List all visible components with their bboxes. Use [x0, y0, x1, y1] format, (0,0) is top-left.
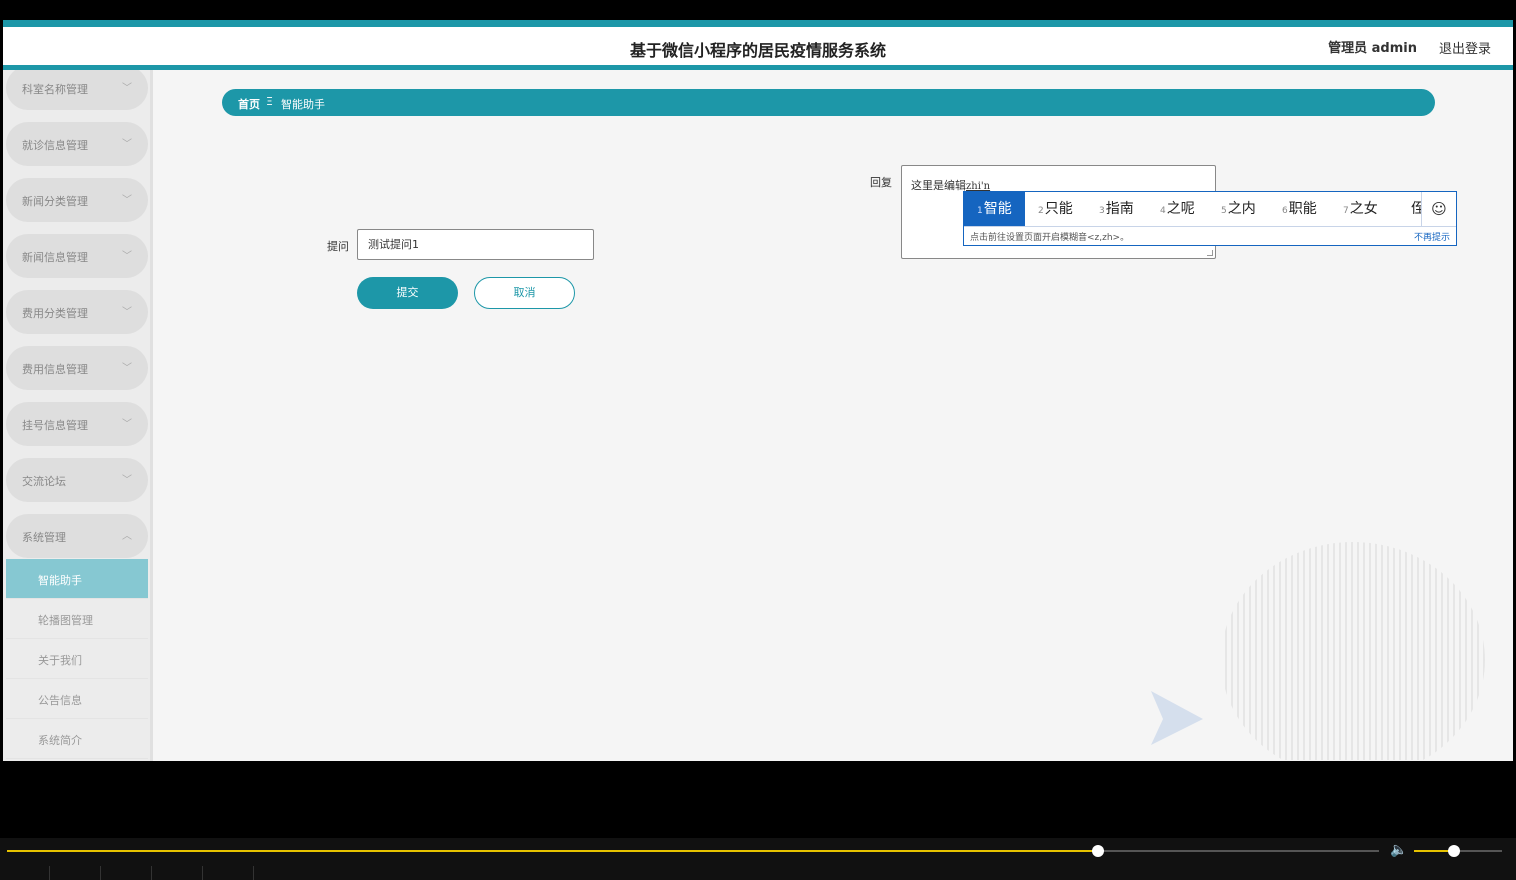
chevron-down-icon: ﹀: [122, 251, 132, 262]
app-window: 基于微信小程序的居民疫情服务系统 管理员 admin 退出登录 科室名称管理 ﹀ …: [3, 20, 1513, 761]
ime-candidate[interactable]: 3指南: [1086, 192, 1134, 226]
logout-link[interactable]: 退出登录: [1439, 38, 1491, 57]
candidate-number: 1: [977, 206, 983, 216]
sidebar: 科室名称管理 ﹀ 就诊信息管理 ﹀ 新闻分类管理 ﹀ 新闻信息管理 ﹀ 费用分类管理 ﹀ …: [3, 70, 153, 761]
thumbnail-segment: [203, 866, 254, 880]
menu-label: 费用分类管理: [22, 307, 88, 320]
menu-news-category[interactable]: 新闻分类管理 ﹀: [6, 178, 148, 222]
progress-track[interactable]: [7, 850, 1379, 852]
candidate-text: 智能: [983, 201, 1012, 217]
chevron-down-icon: ﹀: [122, 475, 132, 486]
menu-fee-category[interactable]: 费用分类管理 ﹀: [6, 290, 148, 334]
progress-handle[interactable]: [1091, 845, 1104, 857]
ime-tip-bar: 点击前往设置页面开启模糊音<z,zh>。 不再提示: [964, 226, 1456, 245]
menu-label: 系统管理: [22, 531, 66, 544]
resize-handle[interactable]: [1207, 250, 1213, 256]
sub-item-label: 公告信息: [38, 694, 82, 707]
menu-department[interactable]: 科室名称管理 ﹀: [6, 70, 148, 110]
reply-label: 回复: [870, 176, 892, 189]
candidate-number: 7: [1343, 206, 1349, 216]
system-title: 基于微信小程序的居民疫情服务系统: [629, 41, 886, 60]
breadcrumb-separator-icon: Ξ: [266, 95, 273, 108]
sub-item-label: 智能助手: [38, 574, 82, 587]
ime-candidate[interactable]: 4之呢: [1147, 192, 1195, 226]
watermark-circle-icon: [1221, 542, 1485, 760]
progress-fill: [7, 850, 1098, 852]
menu-label: 费用信息管理: [22, 363, 88, 376]
sub-item-label: 系统简介: [38, 734, 82, 747]
chevron-down-icon: ﹀: [122, 195, 132, 206]
ime-tip-text[interactable]: 点击前往设置页面开启模糊音<z,zh>。: [970, 230, 1129, 243]
submit-button[interactable]: 提交: [357, 277, 458, 309]
sub-item-label: 轮播图管理: [38, 614, 93, 627]
breadcrumb-current: 智能助手: [281, 98, 325, 111]
sub-item-notice[interactable]: 公告信息: [6, 679, 148, 719]
candidate-number: 4: [1160, 206, 1166, 216]
candidate-text: 只能: [1044, 201, 1073, 217]
ime-candidate-popup: 1智能 2只能 3指南 4之呢 5之内 6职能 7之女 侄 ☺ 点击前往设置页面…: [963, 191, 1457, 246]
menu-label: 挂号信息管理: [22, 419, 88, 432]
reply-committed-text: 这里是编辑: [911, 179, 966, 192]
volume-icon[interactable]: 🔈: [1390, 842, 1407, 858]
chevron-down-icon: ﹀: [122, 307, 132, 318]
sub-item-intro[interactable]: 系统简介: [6, 719, 148, 759]
menu-fee-info[interactable]: 费用信息管理 ﹀: [6, 346, 148, 390]
chevron-down-icon: ﹀: [122, 363, 132, 374]
ime-candidate[interactable]: 5之内: [1208, 192, 1256, 226]
candidate-text: 职能: [1288, 201, 1317, 217]
menu-system[interactable]: 系统管理 ︿: [6, 514, 148, 558]
thumbnail-segment: [0, 866, 50, 880]
candidate-number: 3: [1099, 206, 1105, 216]
chevron-down-icon: ﹀: [122, 139, 132, 150]
thumbnail-segment: [152, 866, 203, 880]
ime-candidate[interactable]: 2只能: [1025, 192, 1073, 226]
thumbnail-segment: [101, 866, 152, 880]
menu-label: 科室名称管理: [22, 83, 88, 96]
screen: 基于微信小程序的居民疫情服务系统 管理员 admin 退出登录 科室名称管理 ﹀ …: [0, 0, 1516, 880]
candidate-number: 2: [1038, 206, 1044, 216]
ime-candidate[interactable]: 侄: [1397, 192, 1421, 226]
candidate-text: 之呢: [1166, 201, 1195, 217]
ime-candidate[interactable]: 1智能: [964, 192, 1025, 226]
sub-item-about[interactable]: 关于我们: [6, 639, 148, 679]
menu-registration[interactable]: 挂号信息管理 ﹀: [6, 402, 148, 446]
ask-label: 提问: [327, 240, 349, 253]
ime-candidate[interactable]: 6职能: [1269, 192, 1317, 226]
chevron-down-icon: ﹀: [122, 419, 132, 430]
menu-label: 就诊信息管理: [22, 139, 88, 152]
watermark-play-icon: [1151, 691, 1203, 745]
menu-label: 交流论坛: [22, 475, 66, 488]
candidate-text: 之内: [1227, 201, 1256, 217]
top-header: 基于微信小程序的居民疫情服务系统 管理员 admin 退出登录: [3, 20, 1513, 70]
ime-dismiss-link[interactable]: 不再提示: [1414, 230, 1450, 243]
candidate-text: 之女: [1349, 201, 1378, 217]
ime-candidate-list: 1智能 2只能 3指南 4之呢 5之内 6职能 7之女 侄: [964, 192, 1421, 226]
menu-label: 新闻信息管理: [22, 251, 88, 264]
menu-forum[interactable]: 交流论坛 ﹀: [6, 458, 148, 502]
ime-candidate[interactable]: 7之女: [1330, 192, 1378, 226]
thumbnail-segment: [50, 866, 101, 880]
candidate-text: 指南: [1105, 201, 1134, 217]
admin-user-label: 管理员 admin: [1328, 41, 1417, 56]
cancel-button[interactable]: 取消: [474, 277, 575, 309]
sub-item-label: 关于我们: [38, 654, 82, 667]
smiley-icon[interactable]: ☺: [1421, 192, 1456, 226]
menu-label: 新闻分类管理: [22, 195, 88, 208]
ask-input[interactable]: 测试提问1: [357, 229, 594, 260]
candidate-number: 6: [1282, 206, 1288, 216]
sub-item-carousel[interactable]: 轮播图管理: [6, 599, 148, 639]
chevron-up-icon: ︿: [122, 531, 132, 542]
video-player-bar: 🔈: [0, 838, 1516, 880]
candidate-number: 5: [1221, 206, 1227, 216]
breadcrumb-home[interactable]: 首页: [238, 96, 260, 112]
breadcrumb: 首页 Ξ 智能助手: [222, 89, 1435, 116]
sub-item-assistant[interactable]: 智能助手: [6, 559, 148, 599]
candidate-text: 侄: [1411, 201, 1421, 217]
menu-visit-info[interactable]: 就诊信息管理 ﹀: [6, 122, 148, 166]
chevron-down-icon: ﹀: [122, 83, 132, 94]
volume-handle[interactable]: [1447, 845, 1460, 857]
menu-news-info[interactable]: 新闻信息管理 ﹀: [6, 234, 148, 278]
